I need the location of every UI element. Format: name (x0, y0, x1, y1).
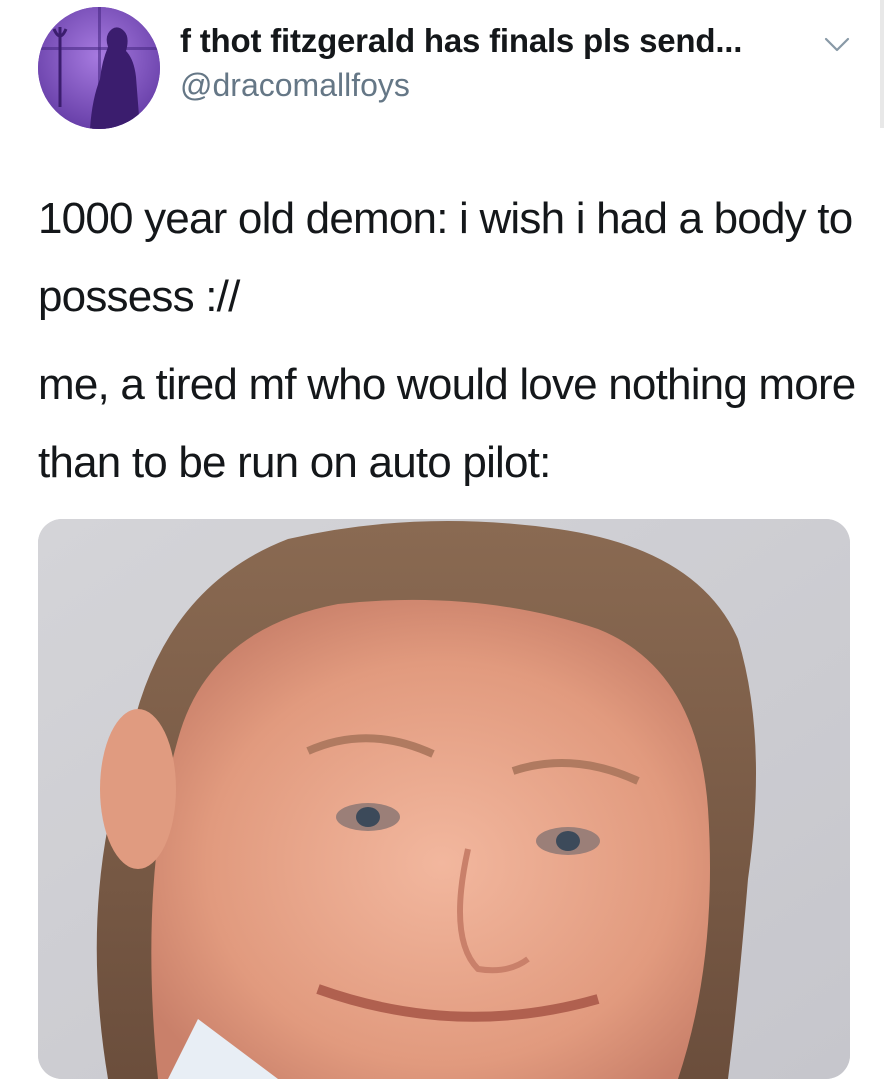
tweet-text-line: 1000 year old demon: i wish i had a body… (38, 194, 853, 321)
media-photo (38, 519, 850, 1079)
display-name[interactable]: f thot fitzgerald has finals pls send... (180, 22, 742, 60)
avatar[interactable] (38, 7, 160, 129)
username[interactable]: @dracomallfoys (180, 67, 410, 104)
scroll-edge (880, 0, 884, 128)
tweet-header: f thot fitzgerald has finals pls send...… (0, 0, 888, 140)
tweet-text-line: me, a tired mf who would love nothing mo… (38, 360, 856, 487)
tweet-text: 1000 year old demon: i wish i had a body… (38, 180, 858, 502)
avatar-image (38, 7, 160, 129)
chevron-down-icon[interactable] (822, 34, 852, 54)
tweet-media[interactable] (38, 519, 850, 1079)
